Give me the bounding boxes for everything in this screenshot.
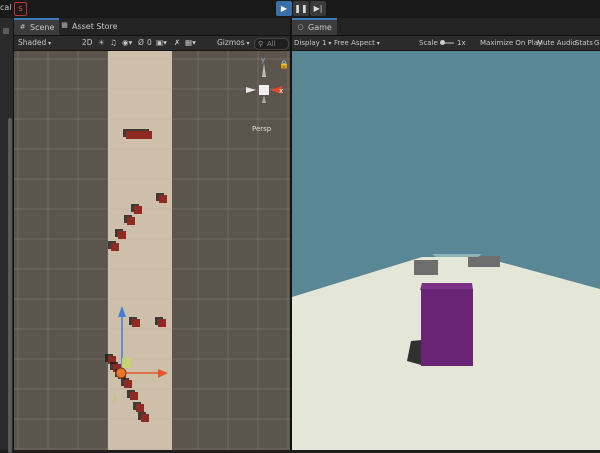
tab-scene-label: Scene — [30, 23, 55, 32]
scene-obstacle[interactable] — [130, 392, 138, 400]
scale-value: 1x — [457, 39, 466, 47]
gamepad-icon: ○ — [297, 23, 304, 31]
obstacle-face — [468, 256, 500, 267]
shading-mode-dropdown[interactable]: Shaded — [18, 36, 76, 50]
scene-obstacle[interactable] — [118, 231, 126, 239]
search-input[interactable]: ⚲ All — [254, 38, 289, 50]
obstacle-face — [414, 260, 438, 275]
game-canvas[interactable] — [292, 51, 600, 450]
panel-indicator — [3, 28, 9, 34]
effects-icon[interactable]: ◉▾ — [122, 36, 132, 50]
grid-icon: # — [19, 23, 26, 31]
game-toolbar: Display 1 Free Aspect Scale 1x Maximize … — [292, 36, 600, 51]
aspect-dropdown[interactable]: Free Aspect — [334, 36, 414, 50]
tab-game[interactable]: ○ Game — [292, 18, 337, 35]
game-tab-bar: ○ Game — [292, 18, 600, 36]
scene-obstacle[interactable] — [127, 217, 135, 225]
game-view[interactable] — [292, 51, 600, 450]
pause-button[interactable]: ❚❚ — [293, 1, 309, 16]
lighting-icon[interactable]: ☀ — [98, 36, 105, 50]
stats-toggle[interactable]: Stats — [575, 36, 593, 50]
scene-obstacle[interactable] — [132, 319, 140, 327]
tools-icon[interactable]: ✗ — [174, 36, 180, 50]
tab-scene[interactable]: # Scene — [14, 18, 60, 35]
tab-asset-store-label: Asset Store — [72, 22, 118, 31]
orientation-gizmo[interactable]: y x Persp — [246, 56, 283, 133]
scene-obstacle[interactable] — [141, 414, 149, 422]
tab-asset-store[interactable]: ▦ Asset Store — [56, 18, 123, 35]
toggle-2d-button[interactable]: 2D — [82, 36, 93, 50]
step-button[interactable]: ▶| — [310, 1, 326, 16]
search-icon: ⚲ — [258, 40, 264, 48]
gizmo-neg-y-cone[interactable] — [262, 95, 266, 103]
scale-slider[interactable] — [440, 40, 454, 45]
lock-icon[interactable]: 🔒 — [279, 60, 289, 69]
collab-icon[interactable]: S — [14, 2, 27, 16]
player-cube-front — [421, 289, 473, 366]
toolbar-cut-label: cal — [0, 3, 12, 12]
scene-canvas[interactable]: y x Persp 🔒 — [14, 51, 290, 450]
gizmo-y-cone[interactable] — [262, 63, 266, 77]
gizmos-toggle-cut[interactable]: G — [594, 36, 599, 50]
distant-obstacles — [432, 254, 482, 257]
scene-view[interactable]: y x Persp 🔒 — [14, 51, 291, 450]
gizmo-plane-handle[interactable] — [122, 358, 131, 368]
scene-toolbar: Shaded 2D ☀ ♫ ◉▾ Ø 0 ▣▾ ✗ ▦▾ Gizmos ⚲ Al… — [14, 36, 290, 51]
scene-tab-bar: # Scene ▦ Asset Store — [14, 18, 290, 36]
scene-obstacle[interactable] — [136, 404, 144, 412]
player-cube-top — [420, 283, 473, 290]
pause-icon: ❚❚ — [294, 4, 308, 13]
gizmo-center-cube[interactable] — [259, 85, 269, 95]
step-icon: ▶| — [313, 4, 323, 13]
gizmo-y-label: y — [261, 56, 265, 64]
scene-obstacle[interactable] — [134, 206, 142, 214]
audio-icon[interactable]: ♫ — [110, 36, 117, 50]
camera-settings-icon[interactable]: ▣▾ — [156, 36, 167, 50]
projection-label[interactable]: Persp — [252, 125, 272, 133]
display-dropdown[interactable]: Display 1 — [294, 36, 331, 50]
hierarchy-edge-panel — [0, 18, 14, 453]
gizmo-neg-x-cone[interactable] — [246, 87, 256, 93]
scene-obstacle[interactable] — [111, 243, 119, 251]
scene-obstacle[interactable] — [124, 380, 132, 388]
scale-label: Scale — [419, 39, 438, 47]
scene-obstacle[interactable] — [158, 319, 166, 327]
scene-obstacle[interactable] — [159, 195, 167, 203]
main-toolbar: cal S ▶ ❚❚ ▶| — [0, 0, 600, 19]
scale-slider-handle[interactable] — [440, 40, 445, 45]
grid-toggle-icon[interactable]: ▦▾ — [185, 36, 196, 50]
player-cube[interactable] — [420, 283, 473, 366]
obstacle-far-right — [468, 256, 500, 267]
player-object[interactable] — [115, 367, 127, 379]
play-button[interactable]: ▶ — [276, 1, 292, 16]
gizmos-dropdown[interactable]: Gizmos — [217, 36, 250, 50]
search-placeholder: All — [267, 40, 276, 48]
store-icon: ▦ — [61, 21, 68, 29]
visibility-icon[interactable]: Ø — [138, 36, 144, 50]
vertical-scrollbar[interactable] — [8, 118, 12, 453]
tab-game-label: Game — [308, 23, 332, 32]
gizmo-x-label: x — [279, 87, 283, 95]
mute-audio-toggle[interactable]: Mute Audio — [537, 36, 577, 50]
maximize-on-play-toggle[interactable]: Maximize On Play — [480, 36, 542, 50]
obstacle-far-left — [414, 260, 438, 275]
layer-count: 0 — [147, 38, 152, 47]
play-icon: ▶ — [280, 4, 288, 13]
scene-obstacle[interactable] — [126, 131, 152, 139]
